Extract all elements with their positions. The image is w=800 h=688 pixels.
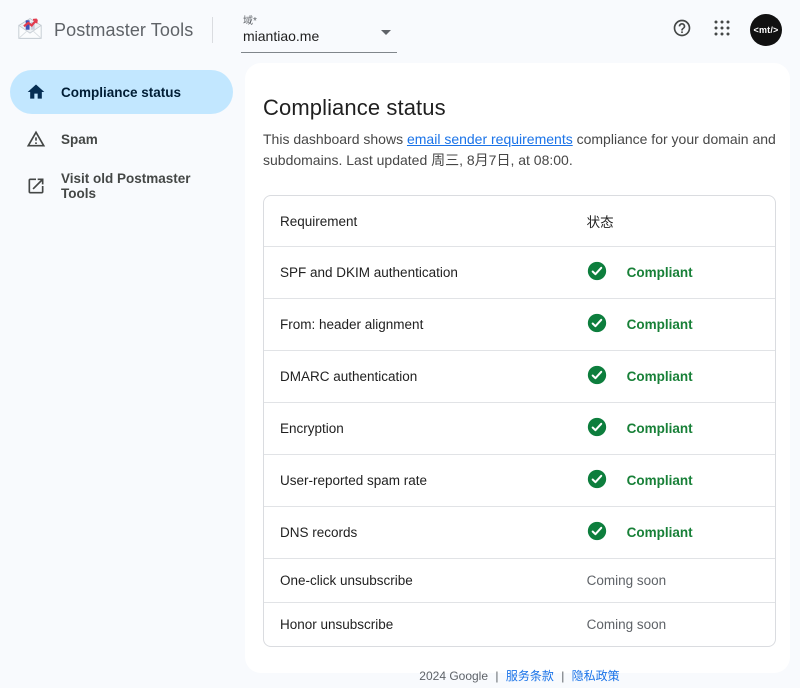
check-circle-icon — [587, 417, 607, 440]
status-text: Compliant — [627, 317, 693, 332]
status-text: Coming soon — [587, 573, 667, 588]
sidebar-item-compliance-status[interactable]: Compliance status — [10, 70, 233, 114]
requirement-cell: Encryption — [264, 402, 571, 454]
external-link-icon — [26, 176, 46, 196]
footer-separator: | — [561, 669, 564, 683]
requirement-cell: SPF and DKIM authentication — [264, 246, 571, 298]
app-logo-home-link[interactable]: Postmaster Tools — [16, 16, 212, 45]
main-content-card: Compliance status This dashboard shows e… — [245, 63, 790, 673]
apps-menu-button[interactable] — [710, 18, 734, 42]
check-circle-icon — [587, 365, 607, 388]
description-text: This dashboard shows — [263, 131, 407, 147]
status-text: Coming soon — [587, 617, 667, 632]
requirement-cell: DMARC authentication — [264, 350, 571, 402]
check-circle-icon — [587, 261, 607, 284]
requirement-cell: One-click unsubscribe — [264, 558, 571, 602]
table-row: User-reported spam rate Compliant — [264, 454, 775, 506]
footer-link-terms[interactable]: 服务条款 — [506, 669, 554, 683]
status-text: Compliant — [627, 369, 693, 384]
page-title: Compliance status — [263, 95, 776, 121]
check-circle-icon — [587, 521, 607, 544]
table-row: SPF and DKIM authentication Compliant — [264, 246, 775, 298]
requirement-cell: From: header alignment — [264, 298, 571, 350]
sidebar-item-label: Compliance status — [61, 85, 181, 100]
status-cell: Coming soon — [587, 573, 759, 588]
status-cell: Compliant — [587, 521, 759, 544]
status-cell: Compliant — [587, 261, 759, 284]
table-row: From: header alignment Compliant — [264, 298, 775, 350]
requirement-cell: Honor unsubscribe — [264, 602, 571, 646]
footer-copyright: 2024 Google — [419, 669, 488, 683]
table-header-row: Requirement 状态 — [264, 196, 775, 246]
table-row: Encryption Compliant — [264, 402, 775, 454]
footer-link-privacy[interactable]: 隐私政策 — [572, 669, 620, 683]
status-cell: Coming soon — [587, 617, 759, 632]
table-row: Honor unsubscribe Coming soon — [264, 602, 775, 646]
app-header: Postmaster Tools 域* miantiao.me <mt/> — [0, 0, 800, 60]
account-avatar[interactable]: <mt/> — [750, 14, 782, 46]
apps-grid-icon — [713, 19, 731, 42]
table-row: DNS records Compliant — [264, 506, 775, 558]
status-text: Compliant — [627, 525, 693, 540]
app-title: Postmaster Tools — [54, 20, 193, 41]
requirement-cell: User-reported spam rate — [264, 454, 571, 506]
column-header-status: 状态 — [571, 196, 775, 246]
sidebar-item-spam[interactable]: Spam — [10, 117, 233, 161]
footer-separator: | — [495, 669, 498, 683]
home-icon — [26, 82, 46, 102]
card-footer: 2024 Google | 服务条款 | 隐私政策 — [263, 647, 776, 688]
status-cell: Compliant — [587, 365, 759, 388]
sidebar-item-visit-old-postmaster-tools[interactable]: Visit old Postmaster Tools — [10, 164, 233, 208]
status-cell: Compliant — [587, 313, 759, 336]
compliance-table: Requirement 状态 SPF and DKIM authenticati… — [263, 195, 776, 647]
check-circle-icon — [587, 313, 607, 336]
domain-selector[interactable]: 域* miantiao.me — [241, 8, 397, 53]
status-text: Compliant — [627, 473, 693, 488]
help-button[interactable] — [670, 18, 694, 42]
table-row: One-click unsubscribe Coming soon — [264, 558, 775, 602]
requirement-cell: DNS records — [264, 506, 571, 558]
sidebar: Compliance status Spam Visit old Postmas… — [0, 60, 245, 688]
status-cell: Compliant — [587, 417, 759, 440]
status-text: Compliant — [627, 421, 693, 436]
status-cell: Compliant — [587, 469, 759, 492]
sidebar-item-label: Visit old Postmaster Tools — [61, 171, 217, 201]
page-description: This dashboard shows email sender requir… — [263, 129, 776, 171]
chevron-down-icon — [381, 30, 391, 35]
status-text: Compliant — [627, 265, 693, 280]
domain-selector-label: 域* — [243, 12, 395, 27]
header-divider — [212, 17, 213, 43]
table-row: DMARC authentication Compliant — [264, 350, 775, 402]
check-circle-icon — [587, 469, 607, 492]
warning-triangle-icon — [26, 129, 46, 149]
help-icon — [672, 18, 692, 43]
sidebar-item-label: Spam — [61, 132, 98, 147]
email-sender-requirements-link[interactable]: email sender requirements — [407, 131, 573, 147]
postmaster-logo-icon — [16, 16, 44, 45]
column-header-requirement: Requirement — [264, 196, 571, 246]
domain-selector-value: miantiao.me — [243, 28, 319, 44]
